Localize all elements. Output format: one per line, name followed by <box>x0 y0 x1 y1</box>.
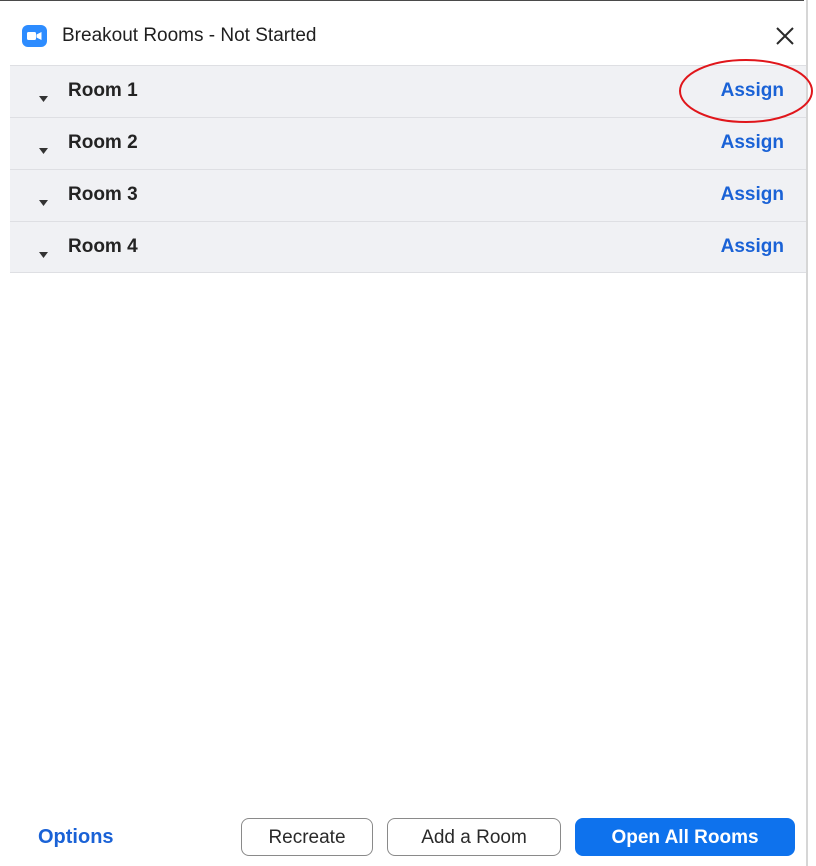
add-room-button[interactable]: Add a Room <box>387 818 561 856</box>
room-label: Room 4 <box>68 236 138 257</box>
zoom-camera-icon <box>22 25 47 47</box>
options-link[interactable]: Options <box>38 824 114 850</box>
room-row-2[interactable]: Room 2 Assign <box>10 117 806 169</box>
assign-link[interactable]: Assign <box>721 79 784 103</box>
chevron-down-icon[interactable] <box>39 245 48 258</box>
room-row-1[interactable]: Room 1 Assign <box>10 65 806 117</box>
room-row-4[interactable]: Room 4 Assign <box>10 221 806 273</box>
assign-link[interactable]: Assign <box>721 183 784 207</box>
window-title: Breakout Rooms - Not Started <box>62 25 317 46</box>
open-all-rooms-button[interactable]: Open All Rooms <box>575 818 795 856</box>
title-bar: Breakout Rooms - Not Started <box>0 1 806 65</box>
assign-link[interactable]: Assign <box>721 131 784 155</box>
room-row-3[interactable]: Room 3 Assign <box>10 169 806 221</box>
chevron-down-icon[interactable] <box>39 89 48 102</box>
room-label: Room 3 <box>68 184 138 205</box>
assign-link[interactable]: Assign <box>721 235 784 259</box>
chevron-down-icon[interactable] <box>39 193 48 206</box>
close-icon[interactable] <box>772 23 798 49</box>
room-list: Room 1 Assign Room 2 Assign Room 3 Assig… <box>10 65 806 273</box>
room-label: Room 2 <box>68 132 138 153</box>
room-label: Room 1 <box>68 80 138 101</box>
window-right-border <box>806 0 808 866</box>
chevron-down-icon[interactable] <box>39 141 48 154</box>
breakout-rooms-window: Breakout Rooms - Not Started Room 1 Assi… <box>0 0 816 866</box>
footer-bar: Options Recreate Add a Room Open All Roo… <box>0 812 806 860</box>
recreate-button[interactable]: Recreate <box>241 818 373 856</box>
